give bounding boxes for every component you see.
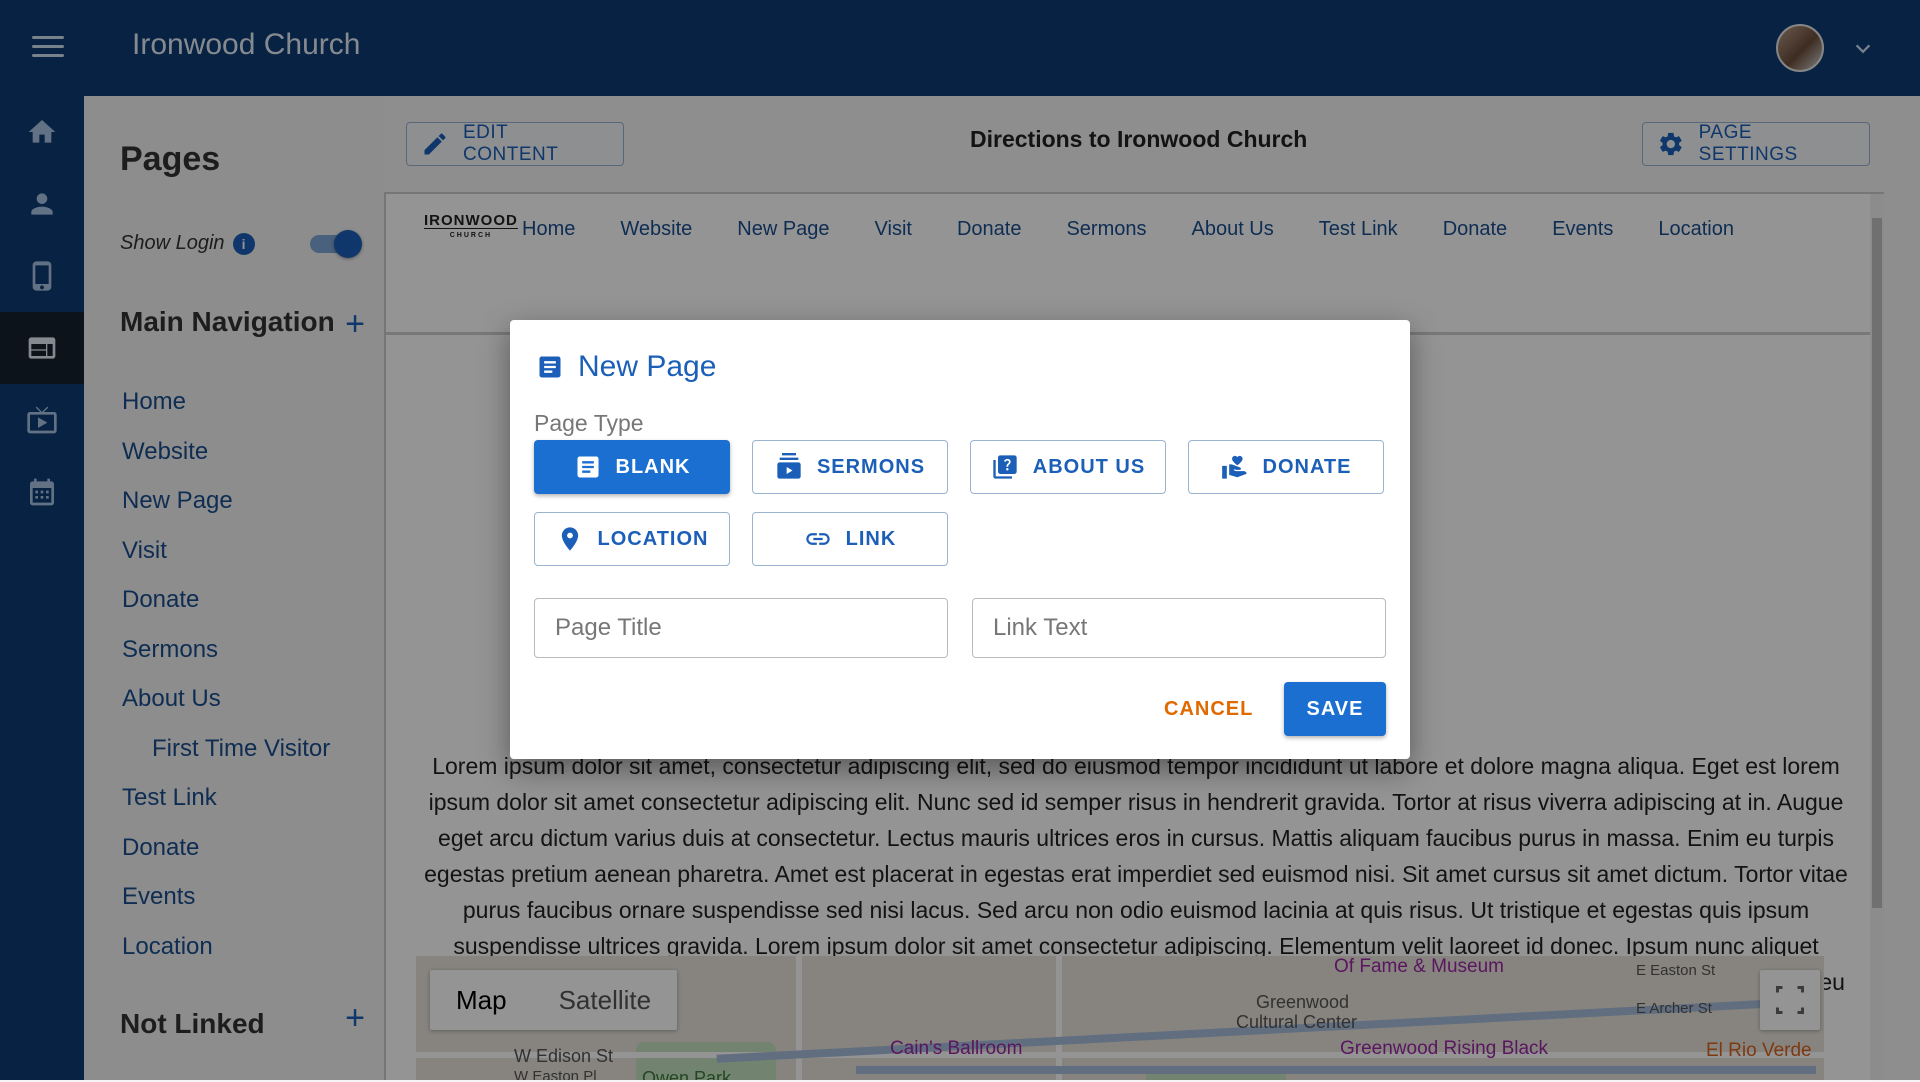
link-icon bbox=[805, 533, 830, 545]
type-donate-button[interactable]: DONATE bbox=[1188, 440, 1384, 494]
type-location-label: LOCATION bbox=[597, 527, 709, 550]
link-text-input[interactable] bbox=[972, 598, 1386, 658]
type-about-us-label: ABOUT US bbox=[1032, 455, 1146, 478]
cancel-button[interactable]: CANCEL bbox=[1164, 698, 1253, 721]
type-link-button[interactable]: LINK bbox=[752, 512, 948, 566]
dialog-title-text: New Page bbox=[578, 350, 717, 383]
document-icon bbox=[577, 456, 598, 478]
page-title-input[interactable] bbox=[534, 598, 948, 658]
document-icon bbox=[539, 356, 561, 378]
type-about-us-button[interactable]: ABOUT US bbox=[970, 440, 1166, 494]
type-sermons-label: SERMONS bbox=[816, 455, 926, 478]
new-page-dialog: New Page Page Type BLANK SERMONS ABOUT U… bbox=[510, 320, 1410, 759]
donate-hand-icon bbox=[1221, 455, 1247, 479]
type-sermons-button[interactable]: SERMONS bbox=[752, 440, 948, 494]
type-link-label: LINK bbox=[845, 527, 897, 550]
page-type-label: Page Type bbox=[534, 410, 644, 436]
type-donate-label: DONATE bbox=[1262, 455, 1352, 478]
question-book-icon bbox=[993, 455, 1017, 479]
location-pin-icon bbox=[561, 527, 578, 551]
dialog-title: New Page bbox=[536, 350, 716, 384]
type-blank-label: BLANK bbox=[615, 455, 691, 478]
type-location-button[interactable]: LOCATION bbox=[534, 512, 730, 566]
sermons-icon bbox=[777, 453, 801, 479]
save-button[interactable]: SAVE bbox=[1284, 682, 1386, 736]
type-blank-button[interactable]: BLANK bbox=[534, 440, 730, 494]
